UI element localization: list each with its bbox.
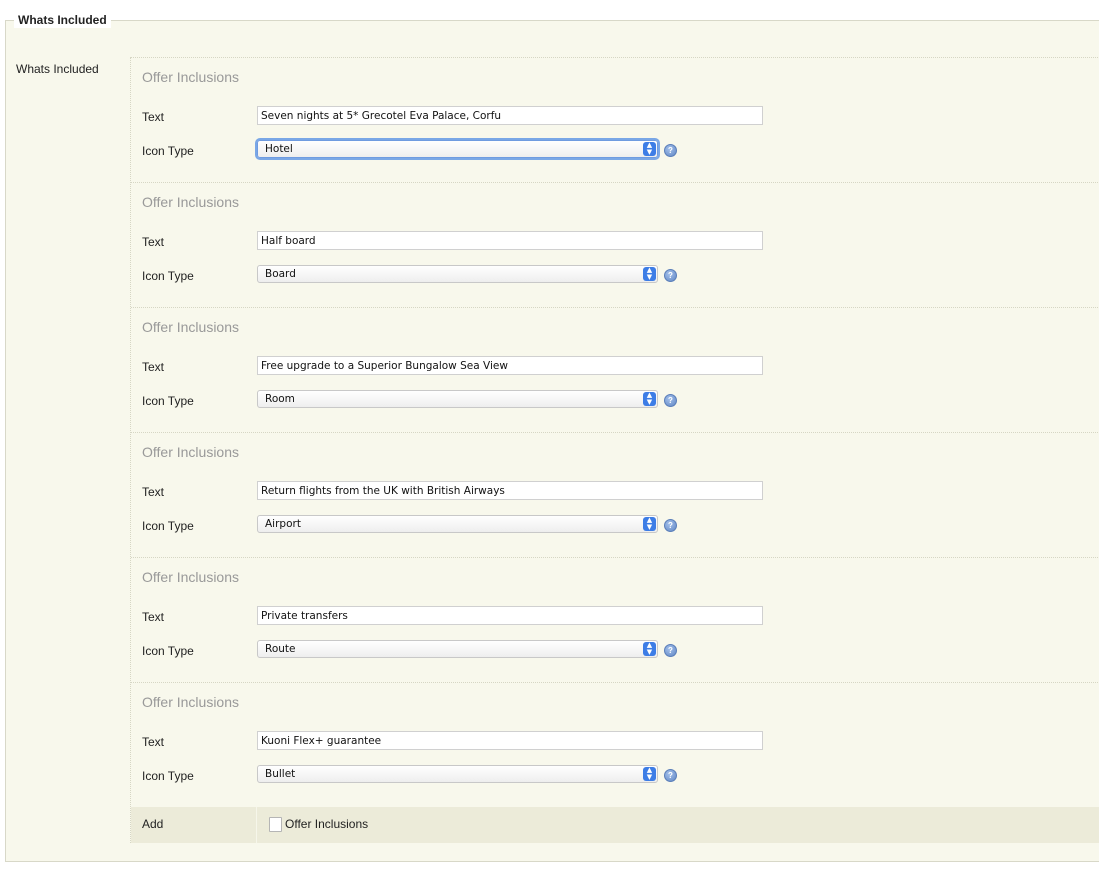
add-offer-inclusions-checkbox[interactable] <box>269 817 282 832</box>
section-side-label: Whats Included <box>16 62 99 76</box>
fieldset-legend: Whats Included <box>14 12 111 28</box>
icon-type-label: Icon Type <box>142 644 194 658</box>
text-label: Text <box>142 360 165 374</box>
inclusions-panel: Offer Inclusions Text Seven nights at 5*… <box>130 57 1099 843</box>
group-title: Offer Inclusions <box>142 694 240 710</box>
help-icon[interactable]: ? <box>664 644 677 657</box>
help-icon[interactable]: ? <box>664 519 677 532</box>
help-icon[interactable]: ? <box>664 144 677 157</box>
text-label: Text <box>142 735 165 749</box>
icon-type-value: Room <box>265 393 295 405</box>
select-arrows-icon: ▲ ▼ <box>643 767 656 781</box>
icon-type-value: Airport <box>265 518 301 530</box>
group-title: Offer Inclusions <box>142 569 240 585</box>
help-icon[interactable]: ? <box>664 394 677 407</box>
icon-type-select[interactable]: Airport ▲ ▼ <box>257 515 658 533</box>
text-label: Text <box>142 110 165 124</box>
group-title: Offer Inclusions <box>142 444 240 460</box>
text-input[interactable]: Kuoni Flex+ guarantee <box>257 731 763 750</box>
inclusion-group-6: Offer Inclusions Text Kuoni Flex+ guaran… <box>131 682 1099 807</box>
icon-type-select[interactable]: Hotel ▲ ▼ <box>257 140 658 158</box>
select-arrows-icon: ▲ ▼ <box>643 267 656 281</box>
add-row-divider <box>256 807 257 843</box>
group-title: Offer Inclusions <box>142 319 240 335</box>
inclusion-group-4: Offer Inclusions Text Return flights fro… <box>131 432 1099 557</box>
icon-type-select[interactable]: Board ▲ ▼ <box>257 265 658 283</box>
select-arrows-icon: ▲ ▼ <box>643 642 656 656</box>
text-label: Text <box>142 485 165 499</box>
inclusion-group-2: Offer Inclusions Text Half board Icon Ty… <box>131 182 1099 307</box>
icon-type-label: Icon Type <box>142 769 194 783</box>
text-input[interactable]: Half board <box>257 231 763 250</box>
icon-type-label: Icon Type <box>142 519 194 533</box>
text-input[interactable]: Free upgrade to a Superior Bungalow Sea … <box>257 356 763 375</box>
help-icon[interactable]: ? <box>664 769 677 782</box>
icon-type-label: Icon Type <box>142 394 194 408</box>
text-label: Text <box>142 610 165 624</box>
icon-type-label: Icon Type <box>142 269 194 283</box>
select-arrows-icon: ▲ ▼ <box>643 517 656 531</box>
icon-type-value: Hotel <box>265 143 293 155</box>
icon-type-value: Bullet <box>265 768 296 780</box>
icon-type-value: Board <box>265 268 296 280</box>
text-label: Text <box>142 235 165 249</box>
icon-type-select[interactable]: Room ▲ ▼ <box>257 390 658 408</box>
text-input[interactable]: Private transfers <box>257 606 763 625</box>
group-title: Offer Inclusions <box>142 69 240 85</box>
add-row: Add Offer Inclusions <box>131 807 1099 843</box>
icon-type-value: Route <box>265 643 296 655</box>
help-icon[interactable]: ? <box>664 269 677 282</box>
select-arrows-icon: ▲ ▼ <box>643 142 656 156</box>
icon-type-select[interactable]: Bullet ▲ ▼ <box>257 765 658 783</box>
inclusion-group-5: Offer Inclusions Text Private transfers … <box>131 557 1099 682</box>
icon-type-select[interactable]: Route ▲ ▼ <box>257 640 658 658</box>
icon-type-label: Icon Type <box>142 144 194 158</box>
text-input[interactable]: Seven nights at 5* Grecotel Eva Palace, … <box>257 106 763 125</box>
text-input[interactable]: Return flights from the UK with British … <box>257 481 763 500</box>
group-title: Offer Inclusions <box>142 194 240 210</box>
add-checkbox-label[interactable]: Offer Inclusions <box>285 817 368 831</box>
inclusion-group-1: Offer Inclusions Text Seven nights at 5*… <box>131 57 1099 182</box>
select-arrows-icon: ▲ ▼ <box>643 392 656 406</box>
inclusion-group-3: Offer Inclusions Text Free upgrade to a … <box>131 307 1099 432</box>
add-label: Add <box>142 817 164 831</box>
